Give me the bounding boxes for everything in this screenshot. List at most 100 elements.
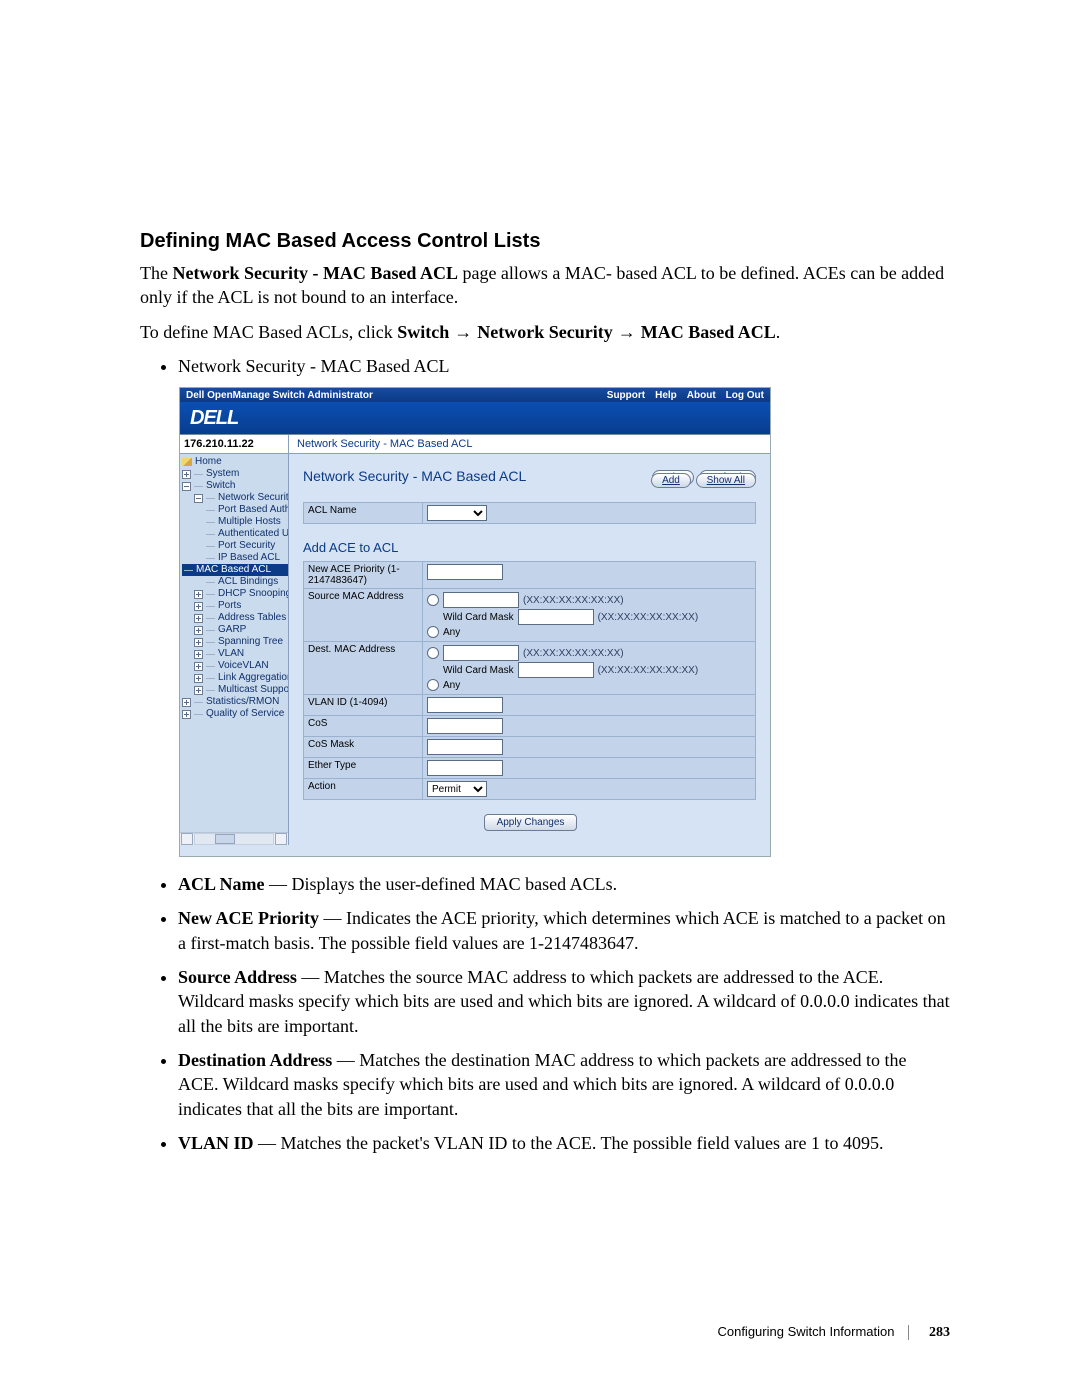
new-priority-input[interactable] [427,564,503,580]
tree-link-aggregation[interactable]: Link Aggregation [182,672,288,684]
text: . [776,322,781,342]
add-button[interactable]: Add [651,473,691,488]
breadcrumb-link[interactable]: Network Security - MAC Based ACL [297,438,472,450]
scroll-thumb[interactable] [215,834,235,844]
desc-acl-name: ACL Name — Displays the user-defined MAC… [178,872,950,896]
tree-mac-acl[interactable]: MAC Based ACL [182,564,288,576]
tree-label: Authenticated Us [218,528,288,540]
dest-any-radio[interactable] [427,679,439,691]
desc-destination-address: Destination Address — Matches the destin… [178,1048,950,1121]
tree-label: Statistics/RMON [206,696,279,708]
cos-input[interactable] [427,718,503,734]
tree-ip-acl[interactable]: IP Based ACL [182,552,288,564]
support-link[interactable]: Support [607,390,645,401]
tree-statistics-rmon[interactable]: Statistics/RMON [182,696,288,708]
sidebar-scrollbar[interactable] [180,832,288,845]
tree-ports[interactable]: Ports [182,600,288,612]
dell-logo: DELL [190,407,238,430]
expand-icon[interactable] [182,470,191,479]
tree-authenticated-users[interactable]: Authenticated Us [182,528,288,540]
expand-icon[interactable] [194,590,203,599]
acl-name-table: ACL Name [303,502,756,524]
tree-port-auth[interactable]: Port Based Authe [182,504,288,516]
tree-label: Home [195,456,222,468]
logout-link[interactable]: Log Out [726,390,764,401]
expand-icon[interactable] [194,626,203,635]
dest-wildcard-input[interactable] [518,662,594,678]
row-action: Action Permit [304,779,756,800]
show-all-button[interactable]: Show All [696,473,756,488]
tree-label: IP Based ACL [218,552,280,564]
ether-type-input[interactable] [427,760,503,776]
expand-icon[interactable] [182,710,191,719]
scroll-right-icon[interactable] [275,833,287,845]
tree-system[interactable]: System [182,468,288,480]
source-wildcard-input[interactable] [518,609,594,625]
help-link[interactable]: Help [655,390,677,401]
tree-label: Switch [206,480,235,492]
source-mac-radio[interactable] [427,594,439,606]
collapse-icon[interactable] [194,494,203,503]
text: To define MAC Based ACLs, click [140,322,397,342]
collapse-icon[interactable] [182,482,191,491]
apply-changes-button[interactable]: Apply Changes [484,814,578,831]
tree-label: Link Aggregation [218,672,288,684]
expand-icon[interactable] [194,602,203,611]
vlan-id-input[interactable] [427,697,503,713]
tree-label: Address Tables [218,612,286,624]
tree-label: Multiple Hosts [218,516,281,528]
tree-vlan[interactable]: VLAN [182,648,288,660]
tree-spanning-tree[interactable]: Spanning Tree [182,636,288,648]
tree-multiple-hosts[interactable]: Multiple Hosts [182,516,288,528]
tree-label: ACL Bindings [218,576,278,588]
source-mac-input[interactable] [443,592,519,608]
expand-icon[interactable] [194,638,203,647]
nav-tree: Home System Switch Network Security Port… [180,454,288,832]
cos-mask-input[interactable] [427,739,503,755]
tree-network-security[interactable]: Network Security [182,492,288,504]
scroll-track[interactable] [194,833,274,845]
tree-qos[interactable]: Quality of Service [182,708,288,720]
expand-icon[interactable] [194,650,203,659]
new-priority-label: New ACE Priority (1-2147483647) [304,562,423,589]
dest-mac-input[interactable] [443,645,519,661]
tree-label: Port Based Authe [218,504,288,516]
source-any-radio[interactable] [427,626,439,638]
intro-para-2: To define MAC Based ACLs, click Switch →… [140,320,950,344]
expand-icon[interactable] [194,614,203,623]
tree-voicevlan[interactable]: VoiceVLAN [182,660,288,672]
cos-label: CoS [304,716,423,737]
row-vlan-id: VLAN ID (1-4094) [304,695,756,716]
action-select[interactable]: Permit [427,781,487,797]
expand-icon[interactable] [194,686,203,695]
figure-caption: Network Security - MAC Based ACL [178,354,950,378]
tree-garp[interactable]: GARP [182,624,288,636]
term: VLAN ID [178,1133,254,1153]
term: New ACE Priority [178,908,319,928]
tree-home[interactable]: Home [182,456,288,468]
tree-label: Ports [218,600,241,612]
vlan-id-label: VLAN ID (1-4094) [304,695,423,716]
wildcard-label: Wild Card Mask [443,665,514,676]
ace-form: New ACE Priority (1-2147483647) Source M… [303,561,756,800]
main-panel: Network Security - MAC Based ACL Network… [289,435,770,845]
desc-new-ace-priority: New ACE Priority — Indicates the ACE pri… [178,906,950,955]
acl-name-select[interactable] [427,505,487,521]
tree-port-security[interactable]: Port Security [182,540,288,552]
tree-label: Multicast Support [218,684,288,696]
tree-label: System [206,468,239,480]
expand-icon[interactable] [194,674,203,683]
tree-dhcp-snooping[interactable]: DHCP Snooping [182,588,288,600]
about-link[interactable]: About [687,390,716,401]
tree-multicast-support[interactable]: Multicast Support [182,684,288,696]
mac-format-hint: (XX:XX:XX:XX:XX:XX) [523,595,624,606]
term: ACL Name [178,874,265,894]
tree-acl-bindings[interactable]: ACL Bindings [182,576,288,588]
dest-mac-radio[interactable] [427,647,439,659]
tree-switch[interactable]: Switch [182,480,288,492]
expand-icon[interactable] [194,662,203,671]
tree-address-tables[interactable]: Address Tables [182,612,288,624]
text-bold: Network Security [477,322,612,342]
expand-icon[interactable] [182,698,191,707]
scroll-left-icon[interactable] [181,833,193,845]
